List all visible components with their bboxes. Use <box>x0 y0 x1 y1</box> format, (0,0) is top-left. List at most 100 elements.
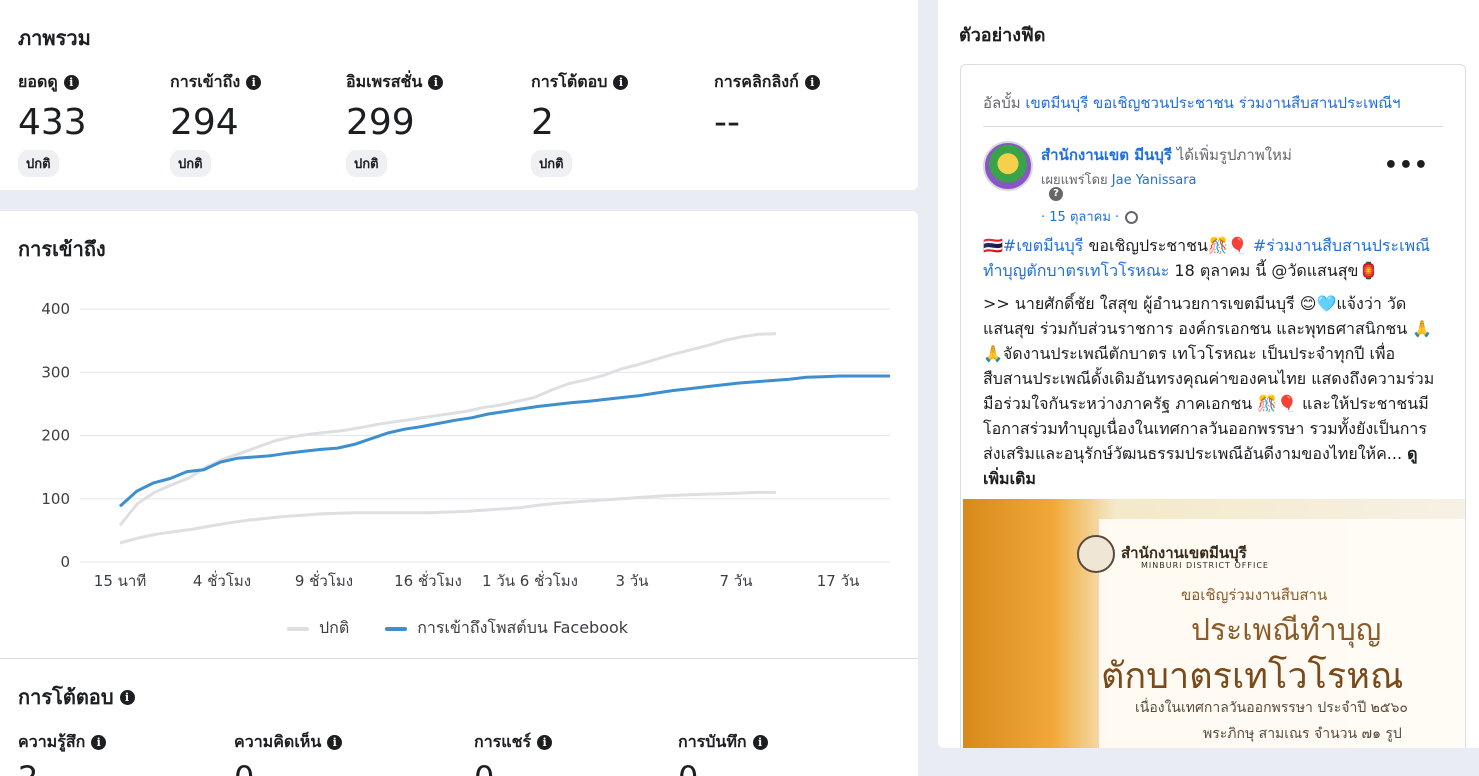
globe-icon <box>1125 211 1139 224</box>
post-text: ขอเชิญประชาชน🎊🎈 <box>1083 236 1253 255</box>
district-seal-icon <box>1077 535 1115 573</box>
image-invite: ขอเชิญร่วมงานสืบสาน <box>1181 586 1328 604</box>
info-icon[interactable]: i <box>804 75 820 90</box>
metric-value: 433 <box>18 102 87 143</box>
eng-label: ความรู้สึก <box>18 732 86 751</box>
eng-metric-saves: การบันทึก i 0 <box>678 730 768 776</box>
legend-label: ปกติ <box>319 618 350 637</box>
post-text: >> นายศักดิ์ชัย ใสสุข ผู้อำนวยการเขตมีนบ… <box>983 294 1435 463</box>
post-date-text: · 15 ตุลาคม · <box>1041 210 1120 225</box>
metric-label: ยอดดู <box>18 72 58 91</box>
eng-value: 0 <box>234 759 342 776</box>
image-subtitle-1: เนื่องในเทศกาลวันออกพรรษา ประจำปี ๒๕๖๐ <box>1135 700 1408 716</box>
image-subtitle-2: พระภิกษุ สามเณร จำนวน ๗๑ รูป <box>1203 726 1402 742</box>
metric-label: อิมเพรสชั่น <box>346 72 423 91</box>
y-tick-label: 400 <box>41 300 70 318</box>
info-icon[interactable]: i <box>119 689 135 705</box>
legend-item-baseline[interactable]: ปกติ <box>287 616 349 641</box>
legend-label: การเข้าถึงโพสต์บน Facebook <box>417 618 629 637</box>
question-icon[interactable]: ? <box>1049 187 1063 201</box>
album-line: อัลบั้ม เขตมีนบุรี ขอเชิญชวนประชาชน ร่วม… <box>983 91 1401 115</box>
legend-item-facebook-reach[interactable]: การเข้าถึงโพสต์บน Facebook <box>385 616 628 641</box>
x-tick-label: 3 วัน <box>616 572 649 590</box>
metric-views: ยอดดู i 433 ปกติ <box>18 70 87 177</box>
album-link[interactable]: เขตมีนบุรี ขอเชิญชวนประชาชน ร่วมงานสืบสา… <box>1025 94 1400 112</box>
metric-label: การคลิกลิงก์ <box>714 72 799 91</box>
eng-metric-comments: ความคิดเห็น i 0 <box>234 730 343 776</box>
y-tick-label: 300 <box>41 363 70 381</box>
info-icon[interactable]: i <box>327 735 343 750</box>
engagement-card: การโต้ตอบ i <box>0 659 918 776</box>
info-icon[interactable]: i <box>537 735 553 750</box>
reach-chart: 0 100 200 300 400 15 นาที 4 ชั่วโมง 9 ชั่วโมง 16… <box>41 300 890 590</box>
status-badge: ปกติ <box>531 150 572 177</box>
post-date[interactable]: · 15 ตุลาคม · <box>1041 206 1139 227</box>
eng-value: 0 <box>474 759 552 776</box>
feed-title: ตัวอย่างฟีด <box>959 25 1046 46</box>
x-tick-label: 9 ชั่วโมง <box>295 570 353 590</box>
chart-legend: ปกติ การเข้าถึงโพสต์บน Facebook <box>287 616 628 641</box>
metric-engagement: การโต้ตอบ i 2 ปกติ <box>531 70 629 177</box>
post-header: สำนักงานเขต มีนบุรี ได้เพิ่มรูปภาพใหม่ <box>1041 143 1292 167</box>
published-by: เผยแพร่โดย Jae Yanissara <box>1041 169 1197 190</box>
info-icon[interactable]: i <box>428 75 444 90</box>
y-tick-label: 200 <box>41 427 70 445</box>
overview-title: ภาพรวม <box>18 26 91 50</box>
legend-swatch <box>385 626 408 631</box>
y-tick-label: 0 <box>60 553 70 571</box>
engagement-title: การโต้ตอบ i <box>18 681 135 713</box>
post-paragraph: 🇹🇭#เขตมีนบุรี ขอเชิญประชาชน🎊🎈 #ร่วมงานสื… <box>983 233 1443 283</box>
metric-value: -- <box>714 102 740 143</box>
series-line-baseline[interactable] <box>119 490 776 545</box>
post-image[interactable]: สำนักงานเขตมีนบุรี MINBURI DISTRICT OFFI… <box>963 499 1465 748</box>
post-action: ได้เพิ่มรูปภาพใหม่ <box>1176 146 1292 164</box>
info-icon[interactable]: i <box>63 75 79 90</box>
feed-post: อัลบั้ม เขตมีนบุรี ขอเชิญชวนประชาชน ร่วม… <box>960 64 1466 748</box>
post-text: 18 ตุลาคม นี้ @วัดแสนสุข🏮 <box>1169 261 1379 280</box>
metric-value: 299 <box>346 102 415 143</box>
y-tick-label: 100 <box>41 490 70 508</box>
x-tick-label: 16 ชั่วโมง <box>394 570 462 590</box>
eng-label: การบันทึก <box>678 732 747 751</box>
x-tick-label: 15 นาที <box>94 572 146 590</box>
status-badge: ปกติ <box>170 150 211 177</box>
published-by-prefix: เผยแพร่โดย <box>1041 173 1108 188</box>
info-icon[interactable]: i <box>752 735 768 750</box>
feed-preview-card: ตัวอย่างฟีด อัลบั้ม เขตมีนบุรี ขอเชิญชวน… <box>938 0 1479 748</box>
eng-value: 0 <box>678 759 768 776</box>
metric-impressions: อิมเพรสชั่น i 299 ปกติ <box>346 70 444 177</box>
legend-swatch <box>287 626 309 631</box>
status-badge: ปกติ <box>346 150 387 177</box>
metric-value: 2 <box>531 102 554 143</box>
metric-link-clicks: การคลิกลิงก์ i -- <box>714 70 820 145</box>
image-office-en: MINBURI DISTRICT OFFICE <box>1141 561 1269 570</box>
reach-title: การเข้าถึง <box>18 237 106 261</box>
more-options-icon[interactable]: ••• <box>1384 153 1429 178</box>
eng-metric-shares: การแชร์ i 0 <box>474 730 553 776</box>
album-prefix: อัลบั้ม <box>983 94 1021 112</box>
publisher-link[interactable]: Jae Yanissara <box>1112 173 1197 188</box>
x-tick-label: 1 วัน 6 ชั่วโมง <box>482 570 578 590</box>
divider <box>983 126 1443 127</box>
x-tick-label: 4 ชั่วโมง <box>193 570 251 590</box>
eng-label: การแชร์ <box>474 732 532 751</box>
post-paragraph: >> นายศักดิ์ชัย ใสสุข ผู้อำนวยการเขตมีนบ… <box>983 291 1443 491</box>
overview-card: ภาพรวม ยอดดู i 433 ปกติ การเข้าถึง i 294 ป… <box>0 0 918 190</box>
metric-value: 294 <box>170 102 239 143</box>
series-line-facebook-reach[interactable] <box>118 374 890 508</box>
x-tick-label: 17 วัน <box>817 572 860 590</box>
eng-value: 2 <box>18 759 106 776</box>
page-name-link[interactable]: สำนักงานเขต มีนบุรี <box>1041 146 1172 164</box>
image-title-2: ตักบาตรเทโวโรหณ <box>1101 656 1404 697</box>
post-body: 🇹🇭#เขตมีนบุรี ขอเชิญประชาชน🎊🎈 #ร่วมงานสื… <box>983 233 1443 499</box>
info-icon[interactable]: i <box>91 735 107 750</box>
eng-label: ความคิดเห็น <box>234 732 322 751</box>
status-badge: ปกติ <box>18 150 59 177</box>
info-icon[interactable]: i <box>613 75 629 90</box>
x-tick-label: 7 วัน <box>720 572 753 590</box>
info-icon[interactable]: i <box>246 75 262 90</box>
page-avatar[interactable] <box>983 141 1033 191</box>
metric-reach: การเข้าถึง i 294 ปกติ <box>170 70 262 177</box>
engagement-title-text: การโต้ตอบ <box>18 685 114 709</box>
hashtag-link[interactable]: 🇹🇭#เขตมีนบุรี <box>983 236 1083 255</box>
